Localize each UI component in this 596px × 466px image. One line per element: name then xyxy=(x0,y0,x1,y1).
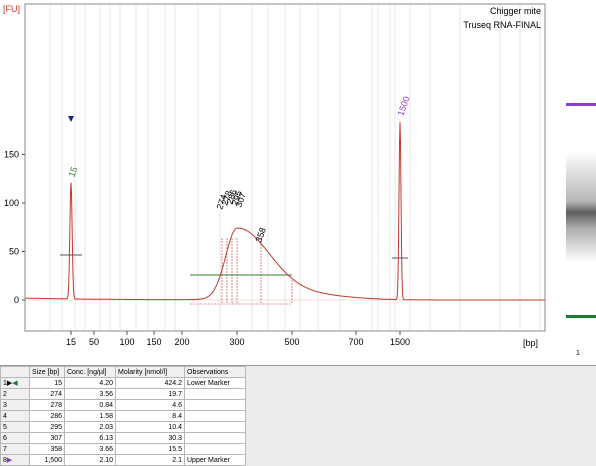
molarity-cell: 30.3 xyxy=(115,432,185,444)
molarity-cell: 10.4 xyxy=(115,421,185,433)
observation-cell xyxy=(184,399,246,411)
y-tick-label: 150 xyxy=(4,150,19,160)
y-axis-label: [FU] xyxy=(3,4,20,14)
size-cell: 1,500 xyxy=(29,454,65,466)
x-tick-label: 700 xyxy=(348,337,363,347)
conc-cell: 2.10 xyxy=(64,454,116,466)
size-cell: 307 xyxy=(29,432,65,444)
table-body: 1 ▶ ◀ 15 4.20 424.2 Lower Marker 2 274 3.56 19.7… xyxy=(0,377,246,466)
conc-cell: 2.03 xyxy=(64,421,116,433)
x-tick-label: 15 xyxy=(66,337,76,347)
row-id: 7 xyxy=(3,445,7,453)
molarity-cell: 19.7 xyxy=(115,388,185,400)
gel-upper-marker-band xyxy=(566,103,596,106)
x-tick-label: 500 xyxy=(284,337,299,347)
y-tick-label: 0 xyxy=(14,295,19,305)
molarity-cell: 8.4 xyxy=(115,410,185,422)
table-row[interactable]: 3 278 0.84 4.6 xyxy=(0,399,246,411)
x-tick-label: 50 xyxy=(89,337,99,347)
table-row[interactable]: 7 358 3.66 15.5 xyxy=(0,443,246,455)
observation-cell: Upper Marker xyxy=(184,454,246,466)
size-cell: 278 xyxy=(29,399,65,411)
row-id: 6 xyxy=(3,434,7,442)
x-tick-label: 300 xyxy=(229,337,244,347)
lower-marker-flag-icon: ◀ xyxy=(12,379,18,387)
row-header: 5 xyxy=(0,421,30,433)
table-row[interactable]: 2 274 3.56 19.7 xyxy=(0,388,246,400)
gel-lane-label: 1 xyxy=(576,350,580,357)
molarity-cell: 424.2 xyxy=(115,377,185,389)
conc-cell: 3.56 xyxy=(64,388,116,400)
conc-cell: 6.13 xyxy=(64,432,116,444)
row-header: 8 ▶ xyxy=(0,454,30,466)
row-header: 2 xyxy=(0,388,30,400)
x-axis: 15 50 100 150 200 300 500 700 1500 xyxy=(66,331,410,347)
conc-cell: 3.66 xyxy=(64,443,116,455)
results-table: Size [bp] Conc. [ng/µl] Molarity [nmol/l] O… xyxy=(0,366,246,466)
size-cell: 274 xyxy=(29,388,65,400)
run-name: Truseq RNA-FINAL xyxy=(463,20,541,30)
size-cell: 295 xyxy=(29,421,65,433)
x-axis-label: [bp] xyxy=(523,338,538,348)
size-cell: 358 xyxy=(29,443,65,455)
electropherogram-chart: 0 50 100 150 15 50 100 150 200 300 500 700 1500 15 1… xyxy=(3,3,546,348)
row-header: 1 ▶ ◀ xyxy=(0,377,30,389)
row-header: 7 xyxy=(0,443,30,455)
observation-cell xyxy=(184,443,246,455)
observation-cell xyxy=(184,432,246,444)
row-id: 5 xyxy=(3,423,7,431)
row-header: 6 xyxy=(0,432,30,444)
row-id: 2 xyxy=(3,390,7,398)
x-tick-label: 200 xyxy=(174,337,189,347)
table-row[interactable]: 8 ▶ 1,500 2.10 2.1 Upper Marker xyxy=(0,454,246,466)
y-tick-label: 100 xyxy=(4,198,19,208)
table-header-row: Size [bp] Conc. [ng/µl] Molarity [nmol/l] O… xyxy=(0,366,246,378)
table-row[interactable]: 5 295 2.03 10.4 xyxy=(0,421,246,433)
x-tick-label: 150 xyxy=(146,337,161,347)
row-header: 3 xyxy=(0,399,30,411)
row-header: 4 xyxy=(0,410,30,422)
observation-cell xyxy=(184,388,246,400)
row-id: 4 xyxy=(3,412,7,420)
x-tick-label: 1500 xyxy=(390,337,410,347)
size-cell: 286 xyxy=(29,410,65,422)
y-axis: 0 50 100 150 xyxy=(4,150,25,305)
sample-name: Chigger mite xyxy=(490,6,541,16)
gel-lower-marker-band xyxy=(566,315,596,318)
molarity-cell: 15.5 xyxy=(115,443,185,455)
conc-cell: 4.20 xyxy=(64,377,116,389)
results-table-panel: Size [bp] Conc. [ng/µl] Molarity [nmol/l] O… xyxy=(0,365,596,466)
x-tick-label: 100 xyxy=(119,337,134,347)
gel-smear-band xyxy=(566,152,596,262)
observation-cell xyxy=(184,410,246,422)
observation-cell: Lower Marker xyxy=(184,377,246,389)
table-row[interactable]: 6 307 6.13 30.3 xyxy=(0,432,246,444)
molarity-cell: 2.1 xyxy=(115,454,185,466)
row-id: 3 xyxy=(3,401,7,409)
conc-cell: 0.84 xyxy=(64,399,116,411)
observation-cell xyxy=(184,421,246,433)
conc-cell: 1.58 xyxy=(64,410,116,422)
column-header[interactable]: Conc. [ng/µl] xyxy=(64,366,116,378)
molarity-cell: 4.6 xyxy=(115,399,185,411)
column-header[interactable] xyxy=(0,366,30,378)
table-row[interactable]: 4 286 1.58 8.4 xyxy=(0,410,246,422)
column-header[interactable]: Molarity [nmol/l] xyxy=(115,366,185,378)
column-header[interactable]: Observations xyxy=(184,366,246,378)
y-tick-label: 50 xyxy=(9,247,19,257)
column-header[interactable]: Size [bp] xyxy=(29,366,65,378)
table-row[interactable]: 1 ▶ ◀ 15 4.20 424.2 Lower Marker xyxy=(0,377,246,389)
upper-marker-flag-icon: ▶ xyxy=(6,456,13,464)
virtual-gel-lane xyxy=(566,103,596,318)
size-cell: 15 xyxy=(29,377,65,389)
